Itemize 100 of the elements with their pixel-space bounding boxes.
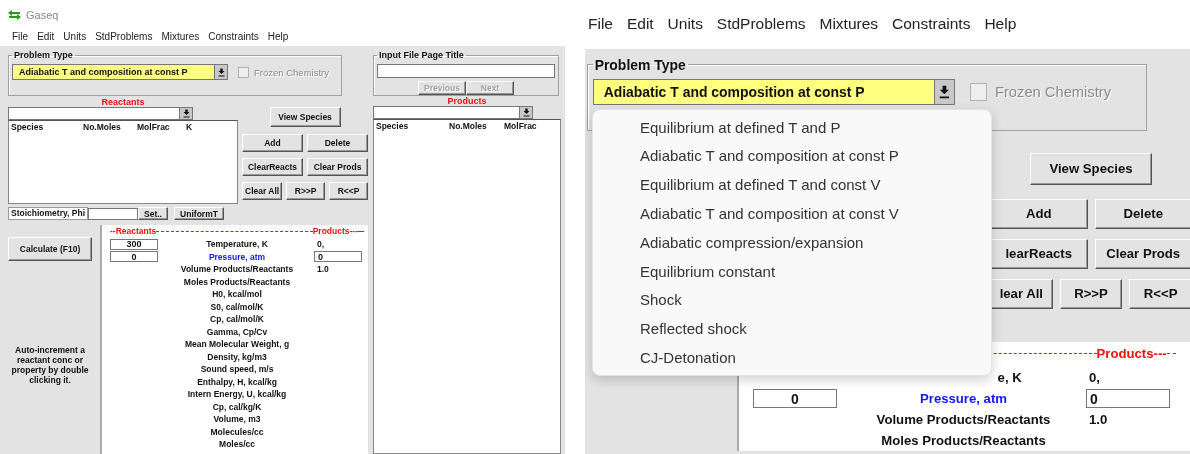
app-icon <box>8 10 21 20</box>
property-label[interactable]: Volume Products/Reactants <box>166 264 308 275</box>
value-text: 1.0 <box>1088 412 1109 428</box>
action-button[interactable]: Add <box>990 198 1088 229</box>
down-arrow-icon <box>182 109 190 118</box>
property-label[interactable]: Cp, cal/mol/K <box>166 314 308 325</box>
menu-item[interactable]: Units <box>667 15 703 34</box>
property-label[interactable]: Enthalpy, H, kcal/kg <box>166 376 308 387</box>
menu-item[interactable]: Help <box>267 30 289 42</box>
group-title: Problem Type <box>593 56 687 73</box>
action-button[interactable]: Clear Prods <box>307 158 368 176</box>
menu-item[interactable]: Constraints <box>892 15 971 34</box>
menu-item[interactable]: Mixtures <box>819 15 879 34</box>
menu-option[interactable]: Reflected shock <box>593 314 991 344</box>
menu-item[interactable]: Constraints <box>208 30 259 42</box>
property-label[interactable]: H0, kcal/mol <box>166 289 308 300</box>
down-arrow-icon <box>217 67 225 77</box>
property-label[interactable]: Density, kg/m3 <box>166 351 308 362</box>
property-label[interactable]: e, K <box>997 370 1022 386</box>
menu-option[interactable]: Equilibrium at defined T and P <box>593 112 991 142</box>
value-field[interactable]: 300 <box>110 238 158 250</box>
property-label[interactable]: Molecules/cc <box>166 426 308 437</box>
view-species-button[interactable]: View Species <box>1030 152 1152 185</box>
reactants-list[interactable]: Species No.Moles MolFrac K <box>8 120 238 204</box>
action-button[interactable]: learReacts <box>990 238 1088 269</box>
value-text: 0, <box>1088 370 1101 386</box>
menu-item[interactable]: File <box>12 30 29 42</box>
action-button[interactable]: R<<P <box>1129 278 1190 309</box>
action-button[interactable]: Clear Prods <box>1094 238 1190 269</box>
column-header: No.Moles <box>83 122 122 132</box>
property-label[interactable]: S0, cal/mol/K <box>166 301 308 312</box>
menu-option[interactable]: Adiabatic T and composition at const V <box>593 199 991 228</box>
property-label[interactable]: Sound speed, m/s <box>166 364 308 375</box>
action-button[interactable]: ClearReacts <box>242 158 303 176</box>
menu-option[interactable]: Shock <box>593 285 991 315</box>
down-arrow-icon <box>938 85 950 99</box>
property-label[interactable]: Volume, m3 <box>166 414 308 425</box>
action-button[interactable]: R>>P <box>1059 278 1123 309</box>
menu-item[interactable]: StdProblems <box>95 30 153 42</box>
menu-option[interactable]: Equilibrium constant <box>593 256 991 286</box>
menu-item[interactable]: StdProblems <box>716 15 806 34</box>
menu-item[interactable]: Edit <box>626 15 654 34</box>
stoichiometry-button[interactable]: UniformT <box>174 207 224 220</box>
menu-option[interactable]: Equilibrium at defined T and const V <box>593 170 991 200</box>
reactants-label: Reactants <box>101 97 145 107</box>
property-label[interactable]: Moles/cc <box>166 439 308 450</box>
phi-field[interactable] <box>88 207 138 220</box>
title-field[interactable] <box>377 64 555 78</box>
menu-option[interactable]: CJ-Detonation <box>593 343 991 372</box>
action-button[interactable]: Clear All <box>242 182 283 200</box>
property-label[interactable]: Moles Products/Reactants <box>166 276 308 287</box>
reactant-species-dropdown[interactable] <box>8 107 193 120</box>
value-text: 1.0 <box>316 264 330 275</box>
menu-item[interactable]: Help <box>984 15 1017 34</box>
property-label[interactable]: Gamma, Cp/Cv <box>166 326 308 337</box>
action-button[interactable]: Delete <box>307 134 368 152</box>
checkbox-label: Frozen Chemistry <box>254 66 329 78</box>
menu-item[interactable]: Edit <box>37 30 55 42</box>
column-header: Species <box>376 121 410 131</box>
calculate-button[interactable]: Calculate (F10) <box>8 237 92 261</box>
product-species-dropdown[interactable] <box>373 106 533 119</box>
column-header: No.Moles <box>449 121 488 131</box>
action-button[interactable]: R<<P <box>329 182 368 200</box>
value-field[interactable]: 0 <box>110 251 158 263</box>
view-species-button[interactable]: View Species <box>269 107 341 127</box>
reactants-heading: --Reactants <box>110 226 157 236</box>
property-label[interactable]: Pressure, atm <box>850 391 1077 407</box>
action-button[interactable]: lear All <box>990 278 1053 309</box>
property-label[interactable]: Temperature, K <box>166 239 308 250</box>
products-heading: Products--- <box>312 226 358 236</box>
value-field[interactable]: 0 <box>753 389 837 409</box>
group-title: Input File Page Title <box>378 50 465 60</box>
value-text: 0, <box>316 239 326 250</box>
property-label[interactable]: Moles Products/Reactants <box>850 433 1077 449</box>
property-label[interactable]: Intern Energy, U, kcal/kg <box>166 389 308 400</box>
column-header: K <box>186 122 194 132</box>
column-header: MolFrac <box>137 122 171 132</box>
group-title: Problem Type <box>13 50 74 60</box>
products-list[interactable]: Species No.Moles MolFrac <box>373 119 561 454</box>
action-button[interactable]: Add <box>242 134 303 152</box>
problem-type-dropdown[interactable]: Adiabatic T and composition at const P <box>592 79 955 105</box>
property-label[interactable]: Cp, cal/kg/K <box>166 401 308 412</box>
window-title: Gaseq <box>26 9 59 21</box>
stoichiometry-label: Stoichiometry, Phi <box>8 207 88 220</box>
value-field[interactable]: 0 <box>1086 389 1170 409</box>
menu-option[interactable]: Adiabatic compression/expansion <box>593 227 991 257</box>
action-button[interactable]: R>>P <box>286 182 326 200</box>
column-header: Species <box>11 122 45 132</box>
property-label[interactable]: Volume Products/Reactants <box>850 412 1077 428</box>
stoichiometry-button[interactable]: Set.. <box>138 207 168 220</box>
property-label[interactable]: Pressure, atm <box>166 251 308 262</box>
products-heading: Products--- <box>1096 345 1167 361</box>
menu-item[interactable]: Units <box>63 30 87 42</box>
problem-type-dropdown[interactable]: Adiabatic T and composition at const P <box>12 64 228 80</box>
menu-item[interactable]: Mixtures <box>161 30 200 42</box>
menu-option[interactable]: Adiabatic T and composition at const P <box>593 141 991 171</box>
value-field[interactable]: 0 <box>314 251 362 263</box>
property-label[interactable]: Mean Molecular Weight, g <box>166 339 308 350</box>
menu-item[interactable]: File <box>588 15 613 34</box>
action-button[interactable]: Delete <box>1094 198 1190 229</box>
